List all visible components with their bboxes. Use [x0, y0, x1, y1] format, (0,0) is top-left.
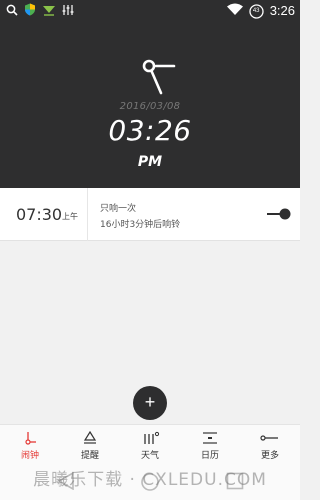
recents-icon[interactable] — [226, 472, 244, 490]
download-arrow-icon — [42, 3, 56, 21]
more-icon — [260, 435, 278, 441]
battery-level: 43 — [252, 7, 260, 14]
reminder-icon — [83, 431, 97, 444]
status-system: 43 3:26 — [221, 2, 295, 20]
nav-label-reminder: 提醒 — [80, 451, 99, 461]
alarm-countdown-label: 16小时3分钟后响铃 — [100, 220, 181, 230]
nav-tab-weather[interactable]: 天气 — [120, 425, 180, 465]
system-nav-bar — [0, 464, 300, 500]
nav-label-calendar: 日历 — [200, 451, 219, 461]
alarm-time-box: 07:30 上午 — [0, 188, 88, 241]
nav-tab-more[interactable]: 更多 — [240, 425, 300, 465]
search-icon — [6, 3, 18, 21]
alarm-period: 上午 — [62, 212, 78, 221]
battery-icon: 43 — [249, 3, 264, 19]
clock-header: 2016/03/08 03:26 PM — [0, 20, 300, 188]
alarm-repeat-label: 只响一次 — [100, 204, 137, 214]
nav-label-weather: 天气 — [140, 451, 159, 461]
current-date: 2016/03/08 — [119, 101, 181, 112]
home-icon[interactable] — [140, 472, 160, 492]
calendar-icon — [203, 432, 217, 444]
shield-app-icon — [24, 3, 36, 21]
add-alarm-button[interactable]: + — [133, 386, 167, 420]
alarm-list-item[interactable]: 07:30 上午 只响一次 16小时3分钟后响铃 — [0, 188, 300, 241]
alarm-toggle-switch[interactable] — [266, 207, 292, 221]
current-ampm: PM — [137, 154, 163, 170]
wifi-icon — [226, 2, 243, 20]
status-time: 3:26 — [269, 3, 295, 18]
back-icon[interactable] — [56, 472, 76, 490]
weather-icon — [144, 431, 160, 444]
nav-tab-alarm[interactable]: 闹钟 — [0, 425, 60, 465]
alarm-time: 07:30 — [16, 205, 63, 224]
alarm-icon — [25, 432, 36, 445]
current-time: 03:26 — [108, 114, 192, 147]
equalizer-icon — [62, 3, 74, 21]
nav-tab-calendar[interactable]: 日历 — [180, 425, 240, 465]
nav-label-alarm: 闹钟 — [20, 451, 39, 461]
nav-tab-reminder[interactable]: 提醒 — [60, 425, 120, 465]
nav-label-more: 更多 — [260, 451, 279, 461]
status-bar: 43 3:26 — [0, 0, 300, 20]
status-notifications — [6, 3, 80, 21]
bottom-nav: 闹钟 提醒 天气 日历 更多 — [0, 424, 300, 464]
alarm-clock-hand-icon — [142, 59, 176, 95]
